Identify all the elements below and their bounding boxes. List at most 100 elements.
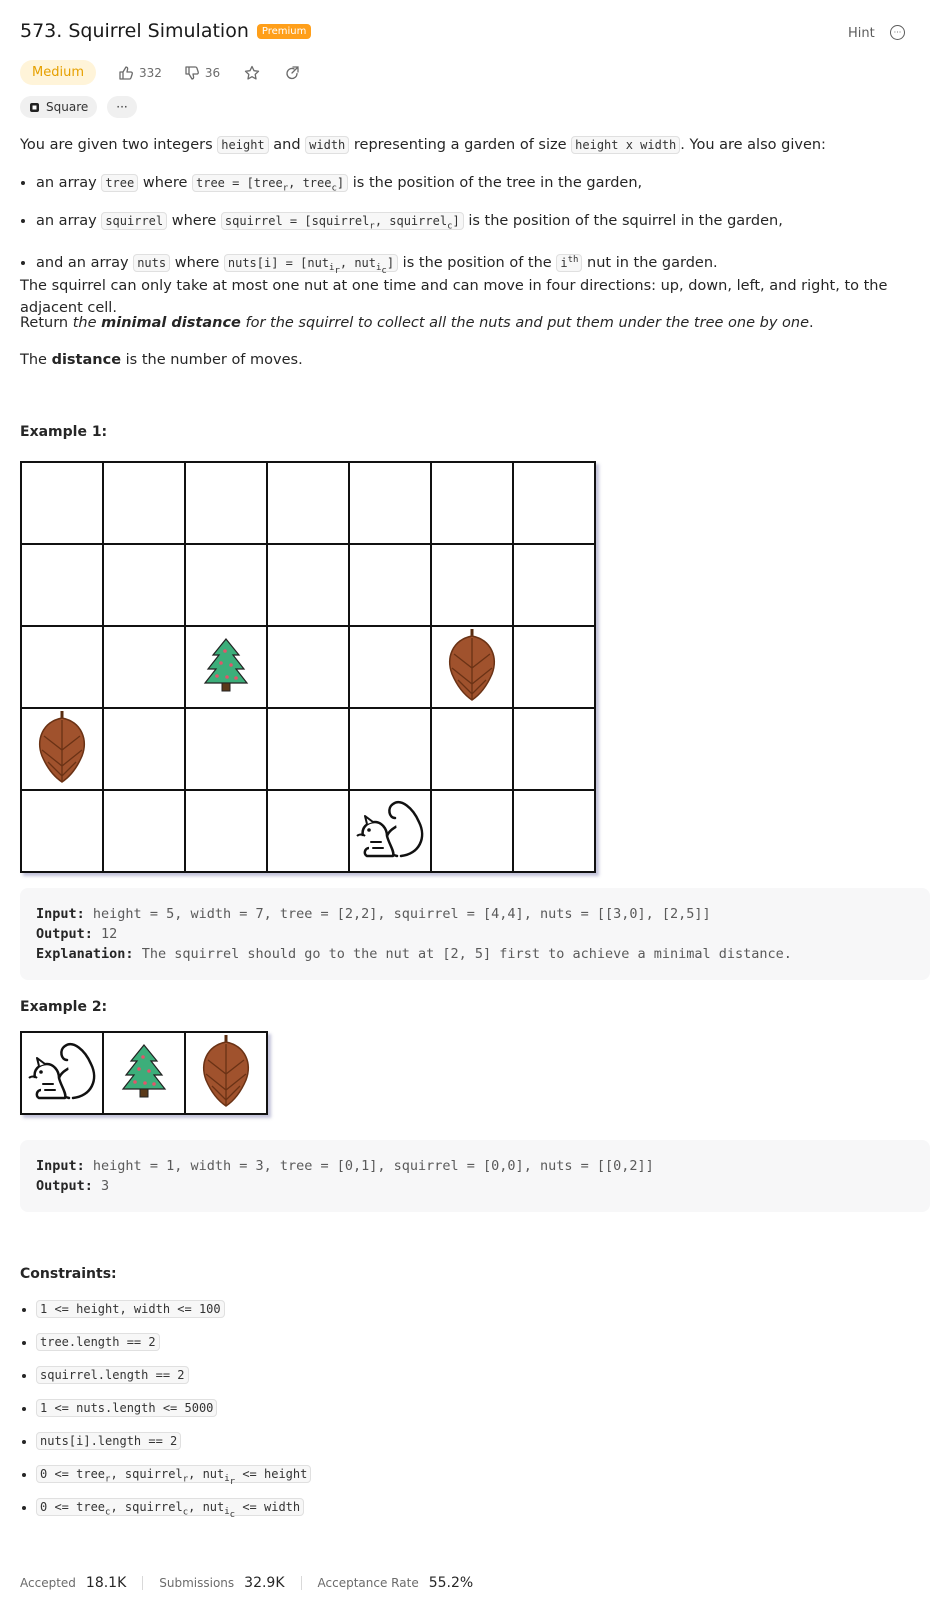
more-tags-button[interactable]: ···	[107, 96, 137, 118]
grid-cell	[266, 461, 350, 545]
hint-button[interactable]: Hint	[848, 26, 875, 41]
grid-cell	[20, 543, 104, 627]
grid-cell	[184, 461, 268, 545]
list-item: an array squirrel where squirrel = [squi…	[36, 210, 910, 237]
constraint-item: 0 <= treec, squirrelc, nutic <= width	[36, 1498, 311, 1533]
example-2-input: height = 1, width = 3, tree = [0,1], squ…	[92, 1158, 654, 1174]
grid-cell	[266, 625, 350, 709]
grid-row	[20, 625, 596, 709]
grid-cell	[102, 543, 186, 627]
grid-cell	[20, 1031, 104, 1115]
grid-cell	[102, 707, 186, 791]
submissions-value: 32.9K	[244, 1575, 285, 1591]
tree-icon	[203, 638, 249, 692]
dislike-count: 36	[204, 65, 221, 80]
grid-row	[20, 1031, 268, 1115]
intro-paragraph: You are given two integers height and wi…	[20, 136, 826, 154]
grid-cell	[20, 789, 104, 873]
grid-cell	[20, 707, 104, 791]
grid-cell	[266, 789, 350, 873]
constraints-list: 1 <= height, width <= 100 tree.length ==…	[20, 1300, 312, 1533]
favorite-button[interactable]	[244, 65, 260, 81]
like-count: 332	[138, 65, 162, 80]
grid-cell	[512, 461, 596, 545]
grid-cell	[184, 625, 268, 709]
example-1-grid	[20, 461, 596, 873]
grid-cell	[102, 625, 186, 709]
like-button[interactable]: 332	[118, 65, 162, 81]
return-paragraph: Return the minimal distance for the squi…	[20, 315, 814, 331]
more-options-icon[interactable]: ···	[890, 25, 905, 40]
constraint-item: squirrel.length == 2	[36, 1366, 311, 1401]
grid-cell	[430, 707, 514, 791]
grid-cell	[184, 543, 268, 627]
grid-row	[20, 789, 596, 873]
problem-title[interactable]: 573. Squirrel Simulation	[20, 20, 249, 42]
divider	[142, 1576, 144, 1590]
grid-cell	[266, 543, 350, 627]
grid-cell	[184, 789, 268, 873]
grid-cell	[348, 543, 432, 627]
grid-cell	[266, 707, 350, 791]
grid-cell	[20, 625, 104, 709]
divider	[300, 1576, 302, 1590]
grid-cell	[348, 789, 432, 873]
grid-cell	[184, 707, 268, 791]
grid-row	[20, 543, 596, 627]
example-1-explanation: The squirrel should go to the nut at [2,…	[141, 946, 792, 962]
example-1-output: 12	[101, 926, 118, 942]
grid-row	[20, 707, 596, 791]
nut-icon	[39, 711, 85, 783]
share-icon	[286, 65, 299, 79]
company-logo-icon	[30, 102, 39, 112]
grid-cell	[430, 543, 514, 627]
difficulty-badge: Medium	[20, 60, 96, 85]
meta-row: Medium 332 36	[20, 60, 300, 85]
grid-row	[20, 461, 596, 545]
grid-cell	[512, 625, 596, 709]
constraint-item: 1 <= nuts.length <= 5000	[36, 1399, 311, 1434]
star-icon	[245, 65, 260, 80]
accepted-label: Accepted	[20, 1576, 76, 1590]
list-item: an array tree where tree = [treer, treec…	[36, 172, 910, 199]
grid-cell	[348, 707, 432, 791]
grid-cell	[102, 789, 186, 873]
grid-cell	[512, 543, 596, 627]
tag-row: Square ···	[20, 96, 137, 118]
premium-badge: Premium	[256, 23, 312, 39]
constraint-item: 1 <= height, width <= 100	[36, 1300, 311, 1335]
nut-icon	[203, 1035, 249, 1107]
acceptance-rate-label: Acceptance Rate	[317, 1576, 419, 1590]
example-1-heading: Example 1:	[20, 424, 108, 440]
stats-bar: Accepted 18.1K Submissions 32.9K Accepta…	[20, 1575, 473, 1591]
title-row: 573. Squirrel Simulation Premium	[20, 20, 312, 42]
constraint-item: 0 <= treer, squirrelr, nutir <= height	[36, 1465, 312, 1500]
submissions-label: Submissions	[159, 1576, 235, 1590]
grid-cell	[512, 789, 596, 873]
example-2-output: 3	[101, 1178, 110, 1194]
company-tag[interactable]: Square	[20, 96, 98, 118]
grid-cell	[512, 707, 596, 791]
grid-cell	[430, 625, 514, 709]
example-2-code: Input: height = 1, width = 3, tree = [0,…	[20, 1140, 930, 1212]
example-2-grid	[20, 1031, 268, 1115]
grid-cell	[184, 1031, 268, 1115]
example-1-input: height = 5, width = 7, tree = [2,2], squ…	[92, 906, 711, 922]
squirrel-icon	[356, 801, 424, 858]
distance-paragraph: The distance is the number of moves.	[20, 352, 303, 368]
constraints-heading: Constraints:	[20, 1266, 117, 1282]
tree-icon	[121, 1044, 167, 1098]
accepted-value: 18.1K	[85, 1575, 127, 1591]
thumbs-up-icon	[119, 65, 133, 80]
share-button[interactable]	[284, 65, 300, 81]
constraint-item: nuts[i].length == 2	[36, 1432, 311, 1467]
grid-cell	[102, 1031, 186, 1115]
constraint-item: tree.length == 2	[36, 1333, 311, 1368]
grid-cell	[430, 789, 514, 873]
dislike-button[interactable]: 36	[184, 65, 220, 81]
example-1-code: Input: height = 5, width = 7, tree = [2,…	[20, 888, 930, 980]
nut-icon	[449, 629, 495, 701]
acceptance-rate-value: 55.2%	[428, 1575, 474, 1591]
grid-cell	[348, 625, 432, 709]
company-tag-label: Square	[46, 100, 89, 114]
